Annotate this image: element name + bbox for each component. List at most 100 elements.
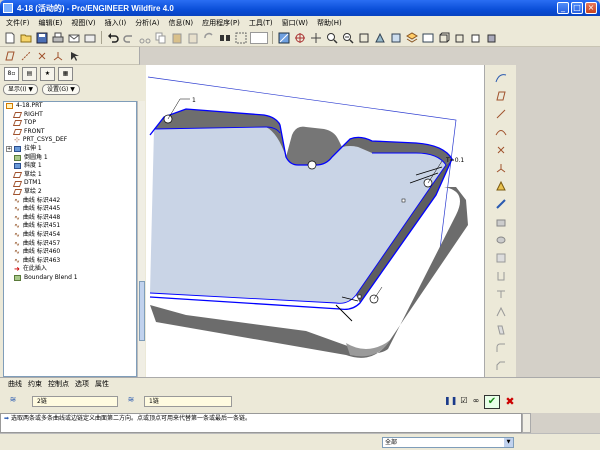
extrude-tool-icon[interactable] [494, 215, 508, 229]
model-tree-tab[interactable]: 8▫ [4, 66, 19, 81]
sweep-tool-icon[interactable] [494, 251, 508, 265]
wireframe-icon[interactable] [437, 31, 451, 45]
layers-icon[interactable] [405, 31, 419, 45]
saved-views-icon[interactable] [389, 31, 403, 45]
paste-icon[interactable] [170, 31, 184, 45]
new-file-icon[interactable] [3, 31, 17, 45]
title-bar[interactable]: 4-18 (活动的) - Pro/ENGINEER Wildfire 4.0 _… [0, 0, 600, 16]
tab-constraints[interactable]: 约束 [28, 379, 42, 389]
tree-item[interactable]: ⊹ PRT_CSYS_DEF [4, 136, 136, 145]
csys-tool-icon[interactable] [494, 161, 508, 175]
tree-scrollbar[interactable] [137, 101, 145, 377]
datum-curve-tool-icon[interactable] [494, 125, 508, 139]
find-icon[interactable] [218, 31, 232, 45]
round-tool-icon[interactable] [494, 341, 508, 355]
expand-icon[interactable]: + [6, 146, 12, 153]
mail-icon[interactable] [67, 31, 81, 45]
rib-tool-icon[interactable] [494, 305, 508, 319]
folder-browser-tab[interactable]: ▤ [22, 66, 37, 81]
first-direction-collector[interactable]: 2链 [32, 396, 118, 407]
minimize-button[interactable]: _ [557, 2, 569, 14]
menu-analysis[interactable]: 分析(A) [135, 18, 159, 28]
menu-tools[interactable]: 工具(T) [249, 18, 273, 28]
revolve-tool-icon[interactable] [494, 233, 508, 247]
menu-applications[interactable]: 应用程序(P) [202, 18, 240, 28]
tree-item[interactable]: ∿ 曲线 标识460 [4, 248, 136, 257]
second-direction-collector[interactable]: 1链 [144, 396, 232, 407]
show-dropdown[interactable]: 显示(I) ▼ [3, 83, 38, 95]
connections-tab[interactable]: ▦ [58, 66, 73, 81]
shell-tool-icon[interactable] [494, 287, 508, 301]
tree-item[interactable]: ∿ 曲线 标识442 [4, 197, 136, 206]
model-graphic[interactable]: 1 T=0.1 [146, 65, 484, 377]
orient-mode-icon[interactable] [309, 31, 323, 45]
preview-checkbox-icon[interactable]: ☑ [458, 395, 470, 407]
tree-item[interactable]: ∿ 曲线 标识451 [4, 222, 136, 231]
settings-dropdown[interactable]: 设置(G) ▼ [41, 83, 80, 95]
tab-control-points[interactable]: 控制点 [48, 379, 69, 389]
datum-point-tool-icon[interactable] [494, 143, 508, 157]
annotation-display-icon[interactable] [67, 49, 81, 63]
tab-properties[interactable]: 属性 [95, 379, 109, 389]
zoom-out-icon[interactable] [341, 31, 355, 45]
hole-tool-icon[interactable] [494, 269, 508, 283]
regenerate-icon[interactable] [202, 31, 216, 45]
pause-icon[interactable]: ❚❚ [444, 395, 457, 407]
refit-icon[interactable] [357, 31, 371, 45]
datum-plane-tool-icon[interactable] [494, 89, 508, 103]
tree-item[interactable]: ∿ 曲线 标识457 [4, 240, 136, 249]
tree-item[interactable]: FRONT [4, 128, 136, 137]
shading-icon[interactable] [485, 31, 499, 45]
datum-plane-display-icon[interactable] [3, 49, 17, 63]
tab-options[interactable]: 选项 [75, 379, 89, 389]
verify-icon[interactable]: ∞ [470, 395, 482, 407]
save-icon[interactable] [35, 31, 49, 45]
paste-special-icon[interactable] [186, 31, 200, 45]
menu-edit[interactable]: 编辑(E) [39, 18, 63, 28]
tree-item[interactable]: 倒圆角 1 [4, 154, 136, 163]
spin-center-icon[interactable] [293, 31, 307, 45]
reorient-icon[interactable] [373, 31, 387, 45]
tree-item[interactable]: DTM1 [4, 179, 136, 188]
selection-filter-icon[interactable] [234, 31, 248, 45]
menu-info[interactable]: 信息(N) [168, 18, 193, 28]
cancel-button[interactable]: ✖ [503, 395, 517, 409]
tree-item[interactable]: ➜ 在此插入 [4, 265, 136, 274]
chamfer-tool-icon[interactable] [494, 359, 508, 373]
tree-item[interactable]: TOP [4, 119, 136, 128]
datum-axis-display-icon[interactable] [19, 49, 33, 63]
analysis-tool-icon[interactable] [494, 179, 508, 193]
menu-insert[interactable]: 插入(I) [105, 18, 127, 28]
sketch-tool-icon[interactable] [494, 197, 508, 211]
undo-icon[interactable] [106, 31, 120, 45]
favorites-tab[interactable]: ★ [40, 66, 55, 81]
select-mode-dropdown[interactable] [250, 31, 268, 44]
ok-button[interactable]: ✔ [484, 395, 500, 409]
tree-item[interactable]: + 拉伸 1 [4, 145, 136, 154]
tree-item[interactable]: 斜度 1 [4, 162, 136, 171]
close-button[interactable]: × [585, 2, 597, 14]
repaint-icon[interactable] [277, 31, 291, 45]
tree-item[interactable]: ∿ 曲线 标识445 [4, 205, 136, 214]
selection-filter-select[interactable]: 全部 ▼ [382, 437, 514, 448]
tree-item[interactable]: ∿ 曲线 标识463 [4, 257, 136, 266]
maximize-button[interactable]: □ [571, 2, 583, 14]
tree-scroll-thumb[interactable] [139, 281, 145, 341]
cut-icon[interactable] [138, 31, 152, 45]
view-manager-icon[interactable] [421, 31, 435, 45]
tree-item[interactable]: 草绘 1 [4, 171, 136, 180]
mail-attach-icon[interactable] [83, 31, 97, 45]
tree-item[interactable]: Boundary Blend 1 [4, 274, 136, 283]
datum-axis-tool-icon[interactable] [494, 107, 508, 121]
open-folder-icon[interactable] [19, 31, 33, 45]
hidden-line-icon[interactable] [453, 31, 467, 45]
tree-item[interactable]: ∿ 曲线 标识454 [4, 231, 136, 240]
draft-tool-icon[interactable] [494, 323, 508, 337]
tab-curves[interactable]: 曲线 [8, 379, 22, 389]
message-scrollbar[interactable] [522, 413, 531, 433]
graphics-viewport[interactable]: 1 T=0.1 [146, 65, 484, 377]
tree-item[interactable]: 4-18.PRT [4, 102, 136, 111]
menu-help[interactable]: 帮助(H) [317, 18, 342, 28]
no-hidden-icon[interactable] [469, 31, 483, 45]
tree-item[interactable]: 草绘 2 [4, 188, 136, 197]
